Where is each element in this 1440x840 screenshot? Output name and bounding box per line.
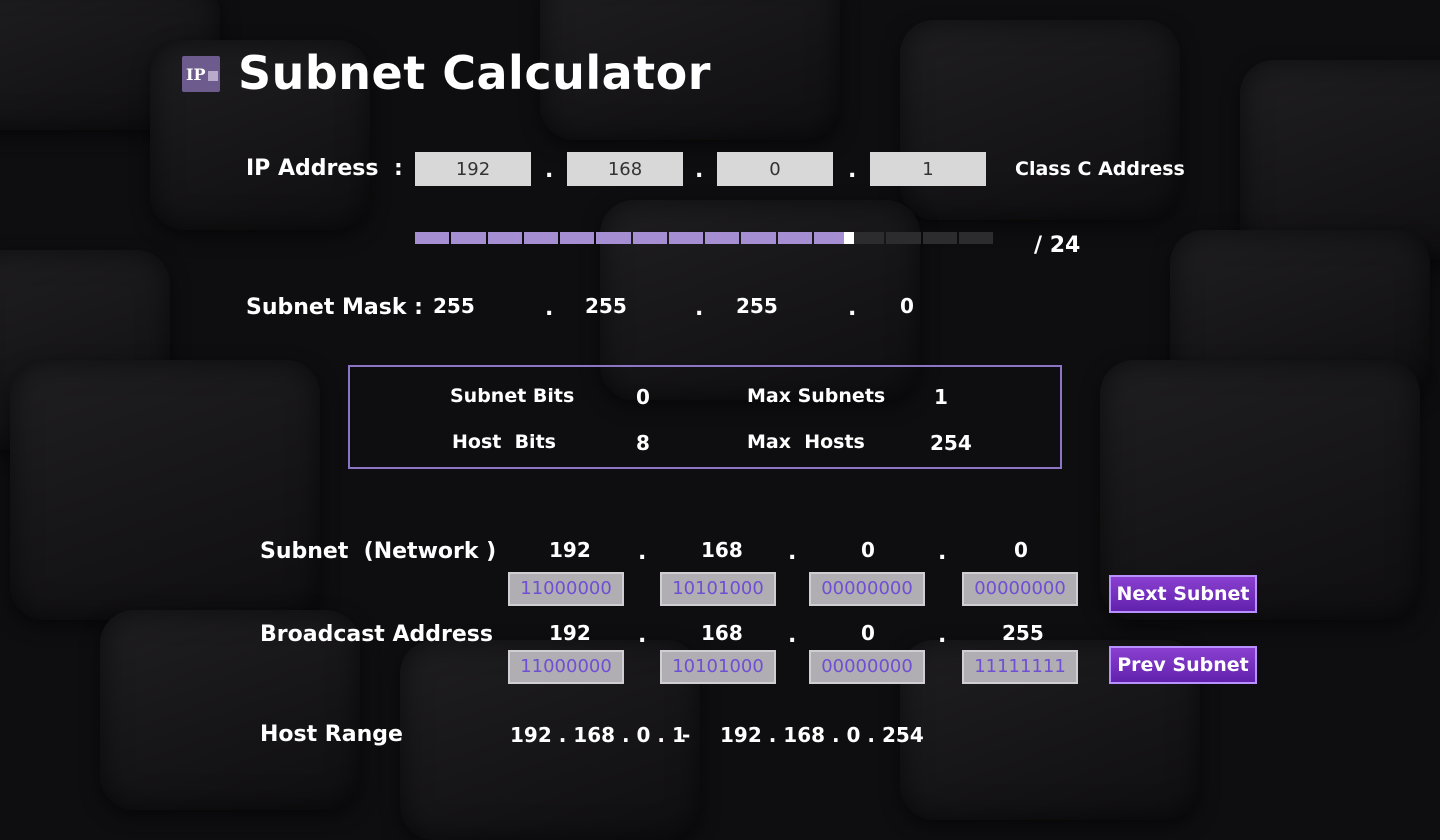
prev-subnet-button[interactable]: Prev Subnet: [1109, 646, 1257, 684]
subnet-mask-label: Subnet Mask :: [246, 295, 423, 320]
page-title: Subnet Calculator: [238, 46, 711, 100]
slider-segment: [596, 232, 631, 244]
slider-segment: [705, 232, 740, 244]
ip-address-colon: :: [394, 156, 403, 181]
prefix-slider-thumb[interactable]: [843, 232, 854, 244]
prefix-slider[interactable]: [415, 232, 993, 244]
app-logo: IP: [182, 56, 220, 92]
network-binary-1: 11000000: [508, 572, 624, 606]
host-range-label: Host Range: [260, 722, 403, 747]
slider-segment: [741, 232, 776, 244]
ip-octet-4-input[interactable]: [870, 152, 986, 186]
network-octet-2: 168: [701, 538, 743, 562]
broadcast-octet-2: 168: [701, 621, 743, 645]
ip-octet-2-input[interactable]: [567, 152, 683, 186]
broadcast-octet-3: 0: [861, 621, 875, 645]
max-subnets-value: 1: [934, 385, 948, 409]
host-range-separator: -: [682, 723, 691, 747]
network-binary-4: 00000000: [962, 572, 1078, 606]
mask-octet-2: 255: [585, 294, 627, 318]
logo-text: IP: [186, 64, 206, 84]
broadcast-dot-3: .: [938, 623, 947, 648]
slider-segment: [451, 232, 486, 244]
network-octet-1: 192: [549, 538, 591, 562]
slider-segment: [487, 232, 522, 244]
ip-address-label: IP Address: [246, 156, 379, 181]
slider-segment: [523, 232, 558, 244]
host-bits-label: Host Bits: [452, 431, 556, 453]
network-octet-4: 0: [1014, 538, 1028, 562]
slider-segment: [560, 232, 595, 244]
broadcast-binary-2: 10101000: [660, 650, 776, 684]
mask-dot-1: .: [545, 296, 554, 321]
ip-class-text: Class C Address: [1015, 158, 1185, 180]
max-subnets-label: Max Subnets: [747, 385, 886, 407]
network-dot-2: .: [788, 540, 797, 565]
broadcast-label: Broadcast Address: [260, 622, 493, 647]
background-key: [900, 20, 1180, 220]
max-hosts-label: Max Hosts: [747, 431, 865, 453]
broadcast-binary-4: 11111111: [962, 650, 1078, 684]
host-bits-value: 8: [636, 431, 650, 455]
next-subnet-button[interactable]: Next Subnet: [1109, 575, 1257, 613]
broadcast-octet-1: 192: [549, 621, 591, 645]
broadcast-binary-1: 11000000: [508, 650, 624, 684]
host-range-end: 192 . 168 . 0 . 254: [720, 723, 924, 747]
network-dot-3: .: [938, 540, 947, 565]
mask-octet-1: 255: [433, 294, 475, 318]
background-key: [10, 360, 320, 620]
network-dot-1: .: [638, 540, 647, 565]
slider-segment: [958, 232, 993, 244]
ip-octet-1-input[interactable]: [415, 152, 531, 186]
slider-segment: [922, 232, 957, 244]
slider-segment: [632, 232, 667, 244]
network-binary-3: 00000000: [809, 572, 925, 606]
mask-dot-2: .: [695, 296, 704, 321]
network-label: Subnet (Network ): [260, 539, 497, 564]
subnet-bits-label: Subnet Bits: [450, 385, 575, 407]
mask-octet-4: 0: [900, 294, 914, 318]
broadcast-binary-3: 00000000: [809, 650, 925, 684]
prefix-length: / 24: [1034, 233, 1081, 258]
slider-segment: [850, 232, 885, 244]
ip-dot-2: .: [695, 158, 704, 183]
ip-dot-3: .: [848, 158, 857, 183]
broadcast-dot-1: .: [638, 623, 647, 648]
logo-square-icon: [207, 71, 218, 81]
network-binary-2: 10101000: [660, 572, 776, 606]
subnet-bits-value: 0: [636, 385, 650, 409]
host-range-start: 192 . 168 . 0 . 1: [510, 723, 686, 747]
ip-octet-3-input[interactable]: [717, 152, 833, 186]
mask-dot-3: .: [848, 296, 857, 321]
network-octet-3: 0: [861, 538, 875, 562]
max-hosts-value: 254: [930, 431, 972, 455]
slider-segment: [777, 232, 812, 244]
slider-segment: [668, 232, 703, 244]
broadcast-dot-2: .: [788, 623, 797, 648]
broadcast-octet-4: 255: [1002, 621, 1044, 645]
slider-segment: [886, 232, 921, 244]
ip-dot-1: .: [545, 158, 554, 183]
slider-segment: [415, 232, 450, 244]
mask-octet-3: 255: [736, 294, 778, 318]
